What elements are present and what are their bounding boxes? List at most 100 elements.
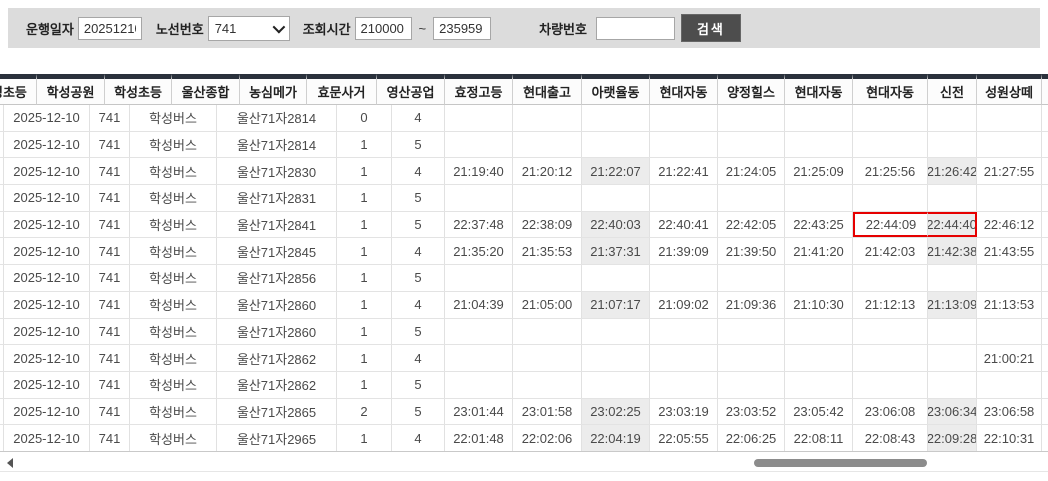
cell-arrival-time: 21:27:55 <box>977 158 1042 184</box>
cell-arrival-time: 21:05:00 <box>513 292 582 318</box>
table-row[interactable]: 2025-12-10741학성버스울산71자28652523:01:4423:0… <box>0 399 1048 426</box>
cell-arrival-time: 21:19:40 <box>445 158 513 184</box>
cell-arrival-time: 21:39:09 <box>650 238 718 264</box>
cell-company: 학성버스 <box>130 372 217 398</box>
cell-count-2: 4 <box>392 292 445 318</box>
cell-count-1: 0 <box>337 105 392 131</box>
column-header: 현대자동 <box>785 74 853 105</box>
cell-arrival-time: 23:06:34 <box>928 399 977 425</box>
cell-arrival-time: 23:01:44 <box>445 399 513 425</box>
cell-count-1: 1 <box>337 185 392 211</box>
table-row[interactable]: 2025-12-10741학성버스울산71자28451421:35:2021:3… <box>0 238 1048 265</box>
cell-vehicle: 울산71자2845 <box>217 238 337 264</box>
table-row[interactable]: 2025-12-10741학성버스울산71자28601421:04:3921:0… <box>0 292 1048 319</box>
cell-arrival-time: 21:13:09 <box>928 292 977 318</box>
cell-count-1: 2 <box>337 399 392 425</box>
cell-vehicle: 울산71자2865 <box>217 399 337 425</box>
column-header: 아랫율동 <box>582 74 650 105</box>
cell-arrival-time <box>513 185 582 211</box>
cell-cut <box>1042 185 1048 211</box>
cell-date: 2025-12-10 <box>3 132 90 158</box>
cell-count-1: 1 <box>337 132 392 158</box>
cell-arrival-time <box>650 319 718 345</box>
query-time-from-input[interactable] <box>355 17 412 40</box>
table-body: 2025-12-10741학성버스울산71자2814042025-12-1074… <box>0 105 1048 452</box>
cell-company: 학성버스 <box>130 345 217 371</box>
cell-vehicle: 울산71자2841 <box>217 212 337 238</box>
vehicle-number-input[interactable] <box>596 17 675 40</box>
table-row[interactable]: 2025-12-10741학성버스울산71자28621421:00:21 <box>0 345 1048 372</box>
cell-vehicle: 울산71자2814 <box>217 105 337 131</box>
cell-arrival-time: 22:02:06 <box>513 425 582 451</box>
cell-arrival-time: 21:25:09 <box>785 158 853 184</box>
cell-arrival-time <box>582 132 650 158</box>
cell-arrival-time: 23:03:52 <box>718 399 785 425</box>
scrollbar-left-arrow-icon[interactable] <box>7 458 13 468</box>
cell-arrival-time <box>928 185 977 211</box>
cell-arrival-time <box>582 265 650 291</box>
cell-arrival-time: 21:22:07 <box>582 158 650 184</box>
search-button[interactable]: 검색 <box>681 14 741 42</box>
cell-arrival-time: 22:09:28 <box>928 425 977 451</box>
cell-arrival-time <box>928 265 977 291</box>
column-header: 양정힐스 <box>718 74 785 105</box>
cell-arrival-time: 22:05:55 <box>650 425 718 451</box>
table-row[interactable]: 2025-12-10741학성버스울산71자281404 <box>0 105 1048 132</box>
cell-arrival-time: 21:24:05 <box>718 158 785 184</box>
table-row[interactable]: 2025-12-10741학성버스울산71자285615 <box>0 265 1048 292</box>
column-header-cut <box>1042 74 1048 105</box>
table-row[interactable]: 2025-12-10741학성버스울산71자283115 <box>0 185 1048 212</box>
table-row[interactable]: 2025-12-10741학성버스울산71자28301421:19:4021:2… <box>0 158 1048 185</box>
cell-arrival-time: 22:40:41 <box>650 212 718 238</box>
cell-count-1: 1 <box>337 319 392 345</box>
column-header: 학성공원 <box>37 74 105 105</box>
table-row[interactable]: 2025-12-10741학성버스울산71자281415 <box>0 132 1048 159</box>
operation-date-input[interactable] <box>78 17 142 40</box>
cell-arrival-time: 23:06:58 <box>977 399 1042 425</box>
chevron-down-icon <box>272 20 285 33</box>
cell-vehicle: 울산71자2860 <box>217 292 337 318</box>
cell-arrival-time <box>650 132 718 158</box>
table-row[interactable]: 2025-12-10741학성버스울산71자286215 <box>0 372 1048 399</box>
table-row[interactable]: 2025-12-10741학성버스울산71자29651422:01:4822:0… <box>0 425 1048 452</box>
cell-arrival-time: 22:08:11 <box>785 425 853 451</box>
cell-arrival-time: 21:10:30 <box>785 292 853 318</box>
cell-vehicle: 울산71자2856 <box>217 265 337 291</box>
cell-cut <box>1042 238 1048 264</box>
table-row[interactable]: 2025-12-10741학성버스울산71자28411522:37:4822:3… <box>0 212 1048 239</box>
query-time-to-input[interactable] <box>433 17 491 40</box>
column-header: 현대자동 <box>853 74 928 105</box>
cell-count-1: 1 <box>337 345 392 371</box>
cell-count-2: 4 <box>392 425 445 451</box>
query-time-label: 조회시간 <box>303 19 351 38</box>
cell-company: 학성버스 <box>130 158 217 184</box>
horizontal-scrollbar-thumb[interactable] <box>754 459 927 467</box>
cell-arrival-time <box>513 265 582 291</box>
route-number-select[interactable]: 741 <box>208 16 290 41</box>
cell-arrival-time <box>718 345 785 371</box>
route-number-label: 노선번호 <box>156 19 204 38</box>
cell-count-2: 4 <box>392 105 445 131</box>
cell-cut <box>1042 372 1048 398</box>
cell-arrival-time <box>513 372 582 398</box>
cell-date: 2025-12-10 <box>3 238 90 264</box>
route-number-selected-value: 741 <box>215 21 237 36</box>
cell-arrival-time <box>445 105 513 131</box>
cell-vehicle: 울산71자2831 <box>217 185 337 211</box>
cell-arrival-time: 23:05:42 <box>785 399 853 425</box>
cell-arrival-time <box>853 132 928 158</box>
cell-date: 2025-12-10 <box>3 158 90 184</box>
cell-cut <box>1042 399 1048 425</box>
cell-arrival-time <box>445 185 513 211</box>
cell-vehicle: 울산71자2862 <box>217 345 337 371</box>
cell-cut <box>1042 292 1048 318</box>
search-toolbar: 운행일자 노선번호 741 조회시간 ~ 차량번호 검색 <box>8 8 1040 48</box>
column-header: 울산종합 <box>172 74 240 105</box>
table-row[interactable]: 2025-12-10741학성버스울산71자286015 <box>0 319 1048 346</box>
cell-arrival-time <box>977 132 1042 158</box>
cell-arrival-time <box>445 132 513 158</box>
cell-arrival-time: 21:22:41 <box>650 158 718 184</box>
cell-arrival-time <box>582 372 650 398</box>
cell-arrival-time <box>513 345 582 371</box>
cell-count-2: 5 <box>392 399 445 425</box>
